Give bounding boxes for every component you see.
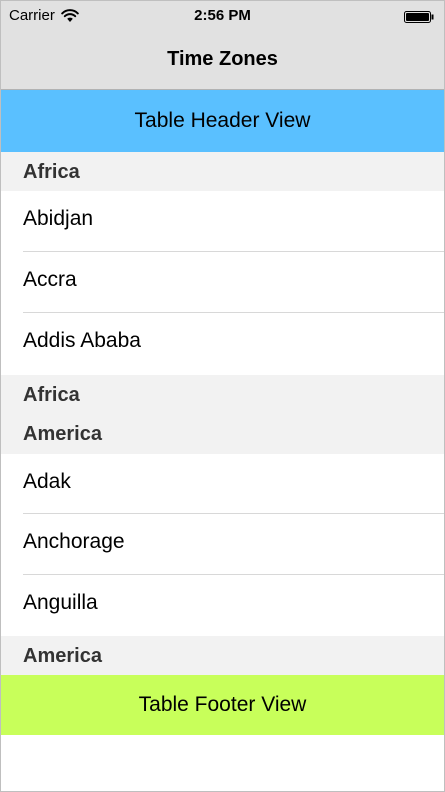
section-footer-label: Africa xyxy=(23,384,80,406)
table-row-abidjan[interactable]: Abidjan xyxy=(1,191,444,252)
section-footer-label: America xyxy=(23,645,102,667)
table-row-adak[interactable]: Adak xyxy=(1,454,444,515)
navigation-bar: Time Zones xyxy=(1,31,444,90)
status-bar: Carrier 2:56 PM xyxy=(1,1,444,31)
table-header-view: Table Header View xyxy=(1,90,444,152)
table-footer-view: Table Footer View xyxy=(1,675,444,735)
row-label: Abidjan xyxy=(23,207,94,230)
row-label: Anchorage xyxy=(23,530,125,553)
section-header-label: America xyxy=(23,423,102,445)
page-title: Time Zones xyxy=(167,48,278,70)
section-footer-header-group: Africa America xyxy=(1,375,444,454)
row-label: Addis Ababa xyxy=(23,329,141,352)
table-row-anguilla[interactable]: Anguilla xyxy=(1,575,444,636)
table-row-anchorage[interactable]: Anchorage xyxy=(1,514,444,575)
row-label: Anguilla xyxy=(23,591,98,614)
table-row-accra[interactable]: Accra xyxy=(1,252,444,313)
table-footer-label: Table Footer View xyxy=(138,693,307,716)
row-label: Adak xyxy=(23,470,71,493)
status-time: 2:56 PM xyxy=(194,7,251,24)
table-header-label: Table Header View xyxy=(134,109,311,132)
section-header-label: Africa xyxy=(23,161,80,183)
battery-icon xyxy=(404,11,434,23)
section-footer-america: America xyxy=(1,636,444,675)
table-row-addis-ababa[interactable]: Addis Ababa xyxy=(1,313,444,375)
phone-screen: Carrier 2:56 PM Time Zones Table Header … xyxy=(0,0,445,792)
row-label: Accra xyxy=(23,268,77,291)
section-header-africa: Africa xyxy=(1,152,444,191)
